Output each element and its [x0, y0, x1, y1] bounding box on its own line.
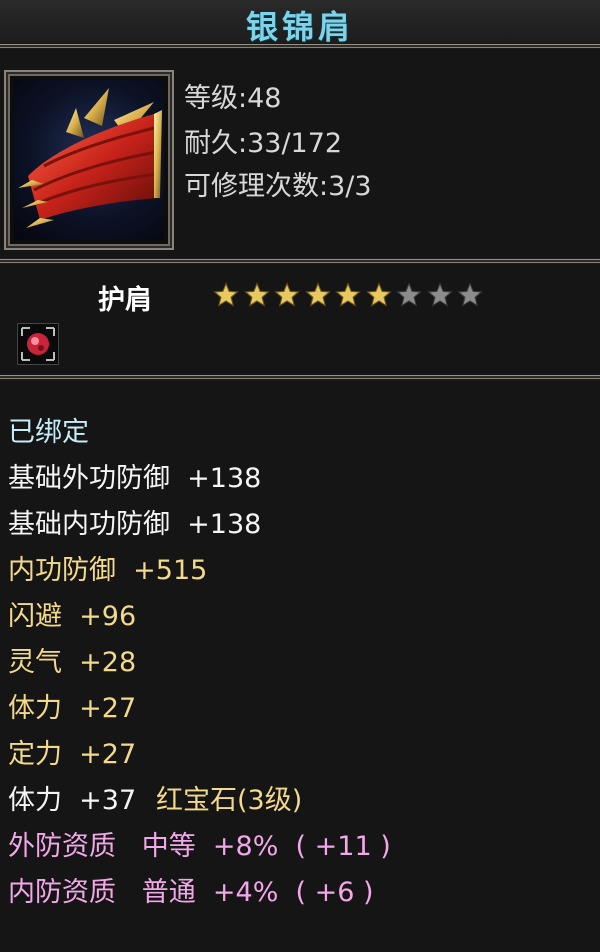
divider-stats: [0, 374, 600, 380]
item-name: 银锦肩: [245, 8, 354, 46]
stat-spirit: 灵气 +28: [8, 647, 137, 678]
item-durability: 耐久:33/172: [184, 128, 343, 159]
divider-middle: [0, 258, 600, 264]
divider-top: [0, 43, 600, 49]
item-repair-count: 可修理次数:3/3: [184, 171, 372, 202]
item-tooltip: 银锦肩 等级:48 耐久:33/172 可修理次数:3/3 护肩 已绑定 基础外…: [0, 0, 600, 952]
stat-base-int-def: 基础内功防御 +138: [8, 509, 262, 540]
ruby-gem-icon: [21, 327, 55, 361]
star-filled-icon: [335, 282, 361, 307]
title-bar: 银锦肩: [0, 0, 600, 46]
stat-base-ext-def: 基础外功防御 +138: [8, 463, 262, 494]
stat-stamina: 体力 +27: [8, 693, 137, 724]
star-filled-icon: [243, 282, 270, 307]
item-level: 等级:48: [184, 83, 282, 114]
stat-focus: 定力 +27: [8, 739, 137, 770]
stat-dodge: 闪避 +96: [8, 601, 137, 632]
star-filled-icon: [365, 282, 392, 307]
star-empty-icon: [426, 282, 453, 307]
item-icon-frame[interactable]: [4, 70, 174, 250]
gem-slot[interactable]: [17, 323, 59, 365]
star-empty-icon: [457, 282, 483, 307]
star-filled-icon: [213, 282, 239, 307]
stat-int-def: 内功防御 +515: [8, 555, 208, 586]
stat-ext-quality: 外防资质 中等 +8% ( +11 ): [8, 831, 391, 862]
item-type: 护肩: [98, 285, 152, 316]
stat-int-quality: 内防资质 普通 +4% ( +6 ): [8, 877, 374, 908]
shoulder-armor-icon: [14, 80, 164, 240]
star-empty-icon: [396, 282, 422, 307]
star-filled-icon: [304, 282, 331, 307]
star-filled-icon: [274, 282, 300, 307]
gem-name: 红宝石(3级): [156, 785, 303, 816]
bound-status: 已绑定: [8, 417, 89, 448]
stat-gem-bonus: 体力 +37: [8, 785, 137, 816]
